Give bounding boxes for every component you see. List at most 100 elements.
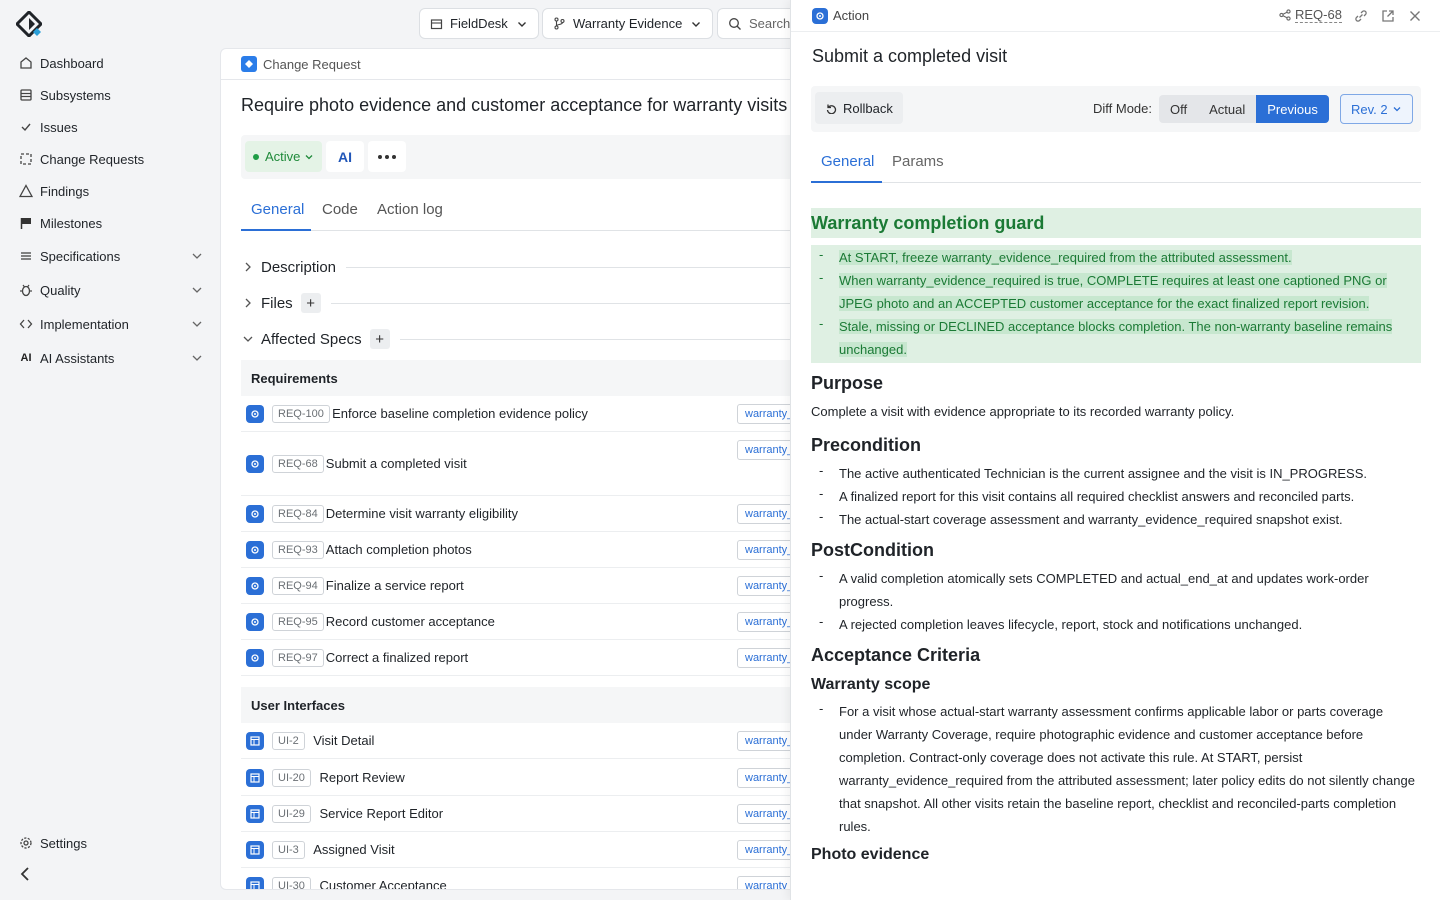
sidebar-item-dashboard[interactable]: Dashboard [12,47,212,79]
interface-id-badge: UI-3 [272,840,305,859]
sidebar-item-quality[interactable]: Quality [12,273,212,307]
branch-selector[interactable]: Warranty Evidence [542,8,714,39]
rollback-button[interactable]: Rollback [815,92,903,124]
table-row[interactable]: UI-2Visit Detailwarranty_evidence [241,723,799,759]
requirement-icon [246,648,264,667]
section-affected-specs[interactable]: Affected Specs + [241,327,799,351]
list-item-text: The actual-start coverage assessment and… [839,512,1343,527]
requirement-id-badge: REQ-95 [272,612,324,631]
sidebar-item-issues[interactable]: Issues [12,111,212,143]
sidebar-item-specifications[interactable]: Specifications [12,239,212,273]
list-dash: - [819,701,824,716]
tab-code[interactable]: Code [322,201,358,218]
dashboard-icon [18,55,34,71]
drawer-content: Warranty completion guard - At START, fre… [811,208,1421,870]
section-files[interactable]: Files + [241,291,799,315]
warranty-scope-list: - For a visit whose actual-start warranty… [811,700,1421,838]
user-interface-icon [246,840,264,859]
code-icon [18,316,34,332]
sidebar-item-findings[interactable]: Findings [12,175,212,207]
list-item-text: A valid completion atomically sets COMPL… [839,571,1369,609]
table-row[interactable]: REQ-84 Determine visit warranty eligibili… [241,496,799,532]
sidebar: Dashboard Subsystems Issues Change Reque… [0,0,220,900]
close-icon[interactable] [1407,8,1423,24]
revision-selector[interactable]: Rev. 2 [1340,94,1413,124]
collapse-sidebar-icon[interactable] [16,864,36,884]
sidebar-item-milestones[interactable]: Milestones [12,207,212,239]
table-row[interactable]: UI-3Assigned Visitwarranty_evidence [241,832,799,868]
drawer-tabs: General Params [811,142,1421,183]
sidebar-item-label: Milestones [40,215,103,231]
sidebar-bottom: Settings [12,827,212,859]
add-spec-button[interactable]: + [369,329,390,349]
ai-button[interactable]: AI [326,141,364,172]
tab-general[interactable]: General [251,201,304,218]
add-file-button[interactable]: + [300,293,321,313]
search-icon [729,17,741,30]
tab-params[interactable]: Params [892,153,944,170]
copy-link-icon[interactable] [1353,8,1369,24]
table-row[interactable]: UI-30Customer Acceptancewarranty_evidenc… [241,868,799,890]
list-item: -A valid completion atomically sets COMP… [811,567,1421,613]
list-dash: - [819,509,824,524]
list-dash: - [819,247,824,262]
status-label: Active [265,149,301,164]
table-row[interactable]: REQ-97 Correct a finalized report warranty… [241,640,799,676]
table-row[interactable]: UI-29Service Report Editorwarranty_evide… [241,796,799,832]
diff-mode-actual[interactable]: Actual [1198,95,1256,123]
sidebar-item-subsystems[interactable]: Subsystems [12,79,212,111]
sidebar-item-implementation[interactable]: Implementation [12,307,212,341]
table-row[interactable]: REQ-95 Record customer acceptance warranty… [241,604,799,640]
requirement-name: Determine visit warranty eligibility [325,506,518,521]
requirement-reference-link[interactable]: REQ-68 [1279,7,1342,23]
interface-name: Report Review [319,770,405,785]
drawer-header: Action REQ-68 [791,0,1440,32]
breadcrumb-label[interactable]: Change Request [263,57,361,72]
table-row[interactable]: REQ-100 Enforce baseline completion evide… [241,396,799,432]
list-item: - For a visit whose actual-start warranty… [811,700,1421,838]
table-row[interactable]: REQ-93Attach completion photoswarranty_e… [241,532,799,568]
revision-label: Rev. 2 [1351,101,1388,117]
sidebar-item-label: Issues [40,119,78,135]
diff-mode-previous[interactable]: Previous [1256,95,1329,123]
rollback-label: Rollback [843,100,893,116]
status-dropdown[interactable]: Active [245,141,323,172]
section-description[interactable]: Description [241,255,799,279]
change-request-icon [241,56,257,72]
section-label: Description [261,258,337,276]
table-row[interactable]: REQ-68Submit a completed visitwarranty_e… [241,432,799,496]
guard-heading-added: Warranty completion guard [811,208,1421,238]
tab-action-log[interactable]: Action log [377,201,443,218]
open-external-icon[interactable] [1380,8,1396,24]
chevron-down-icon [305,154,313,159]
app-logo-icon[interactable] [16,11,42,37]
project-name: FieldDesk [450,16,508,31]
sidebar-item-settings[interactable]: Settings [12,827,212,859]
tab-underline [241,229,311,231]
more-options-button[interactable] [368,141,406,172]
project-selector[interactable]: FieldDesk [419,8,539,39]
requirement-id-badge: REQ-84 [272,504,324,523]
sidebar-item-label: Specifications [40,248,121,264]
sidebar-item-change-requests[interactable]: Change Requests [12,143,212,175]
interface-name: Customer Acceptance [319,878,447,890]
diff-mode-label: Diff Mode: [1093,101,1153,116]
table-row[interactable]: UI-20Report Reviewwarranty_evidence [241,760,799,796]
table-row[interactable]: REQ-94Finalize a service reportwarranty_… [241,568,799,604]
ai-icon: AI [20,352,32,364]
user-interface-icon [246,768,264,787]
diff-mode-off[interactable]: Off [1159,95,1198,123]
top-bar: FieldDesk Warranty Evidence Search [220,0,817,47]
search-placeholder: Search [749,16,791,31]
chevron-down-icon [243,336,253,342]
list-item: - Stale, missing or DECLINED acceptance b… [811,315,1421,361]
requirement-name: Correct a finalized report [325,650,469,665]
sidebar-item-ai-assistants[interactable]: AI AI Assistants [12,341,212,375]
user-interface-icon [246,876,264,889]
tab-general[interactable]: General [821,153,874,170]
undo-icon [826,104,837,114]
section-label: Affected Specs [261,330,362,348]
sidebar-item-label: Implementation [40,316,129,332]
main-tabs: General Code Action log [241,191,799,231]
chevron-down-icon [192,253,202,259]
